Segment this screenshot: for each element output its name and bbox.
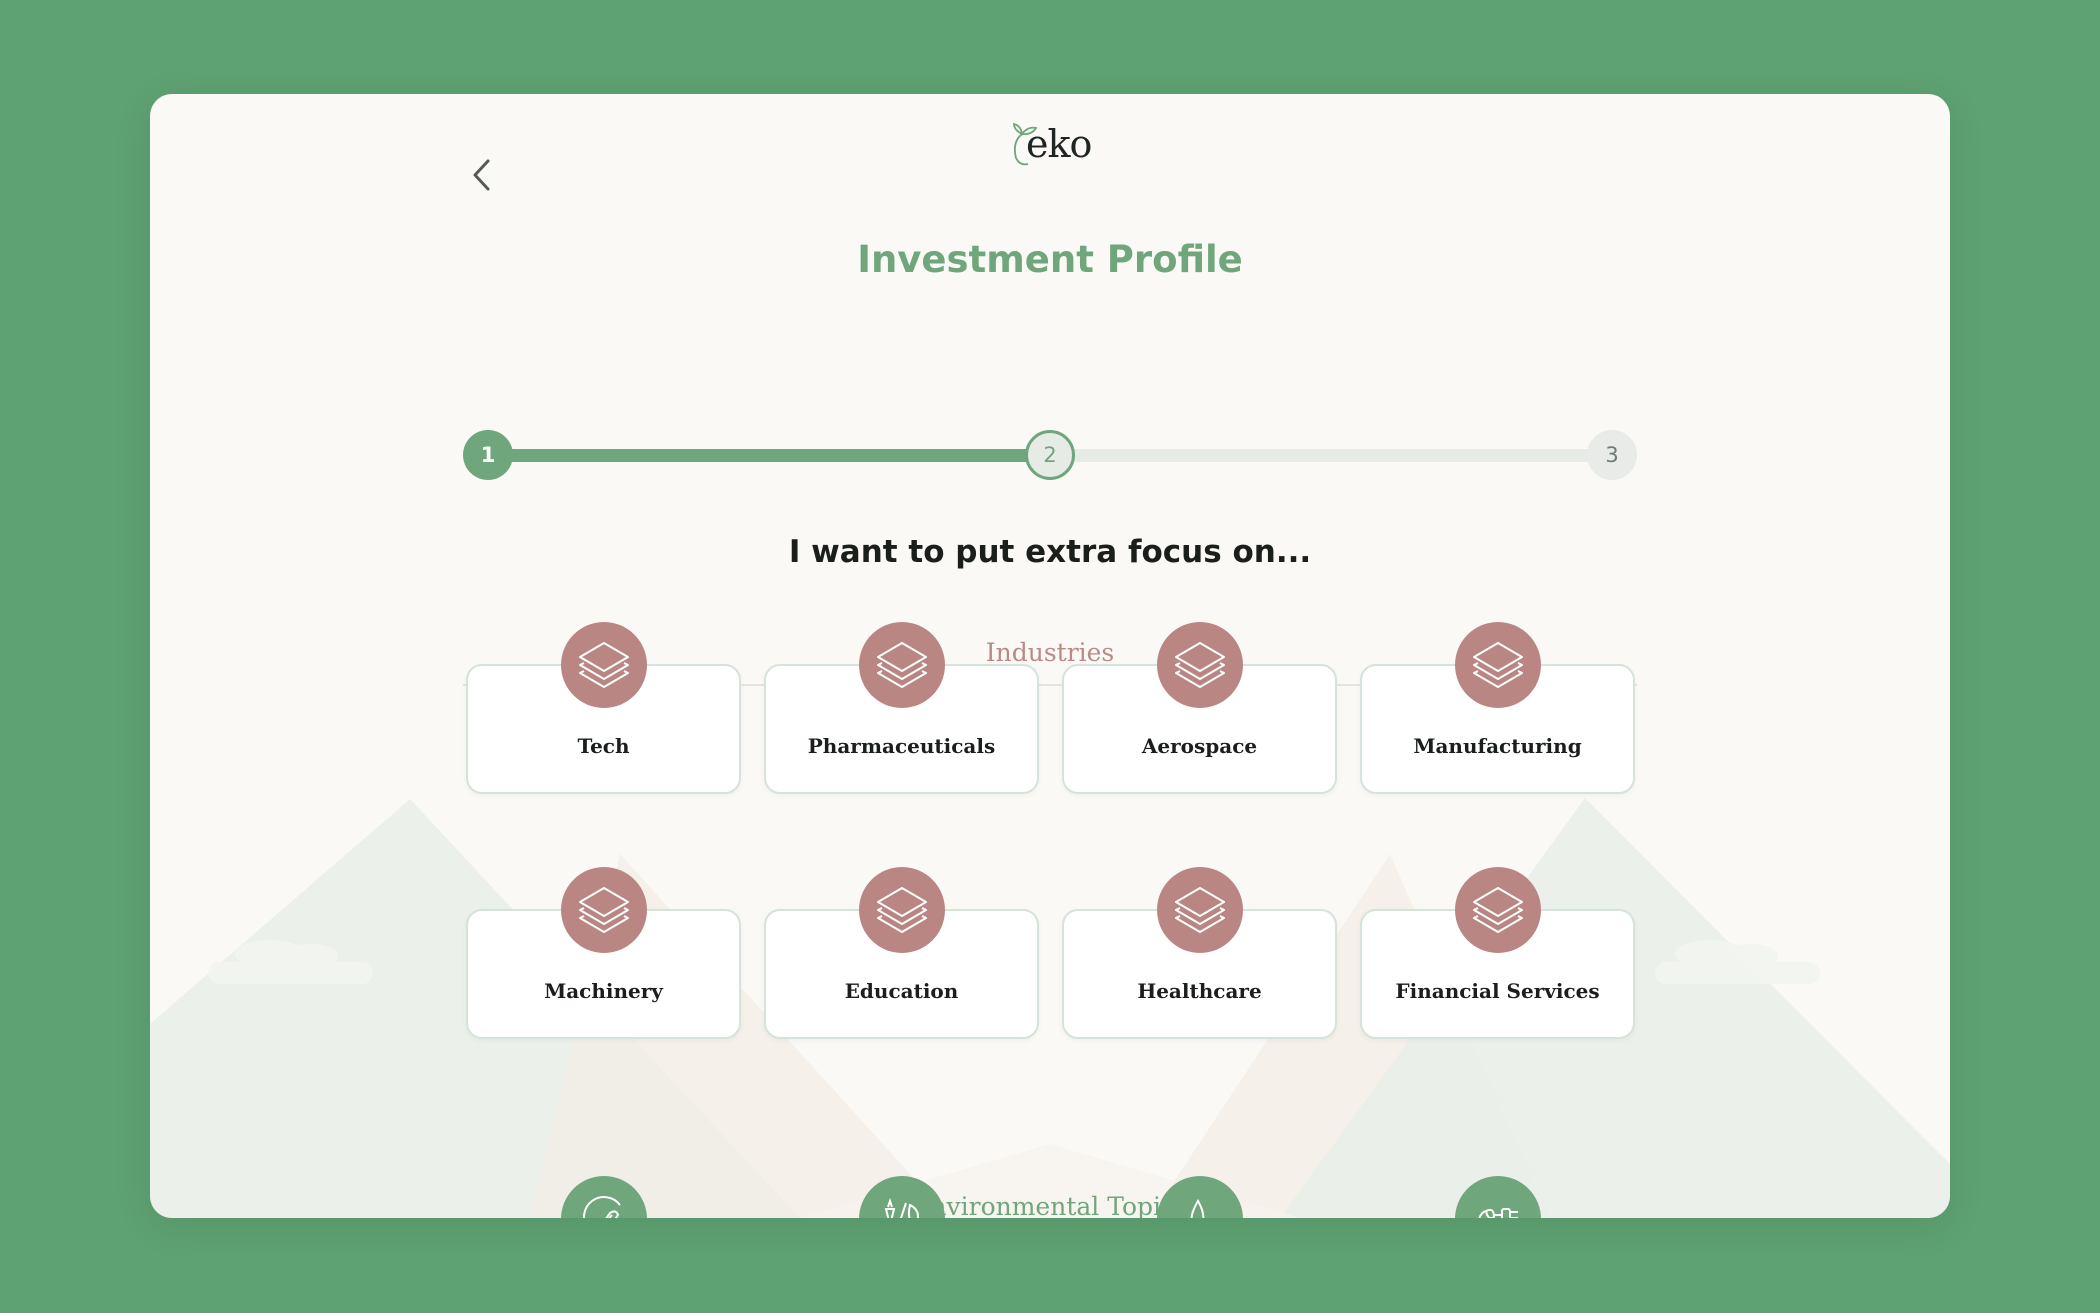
industry-card-label: Financial Services: [1395, 979, 1600, 1003]
environmental-topic-badge[interactable]: [1156, 1176, 1243, 1218]
industry-card-label: Education: [844, 979, 959, 1003]
industry-icon-badge: [858, 867, 945, 953]
environmental-topic-badge[interactable]: [560, 1176, 647, 1218]
industry-icon-badge: [1454, 622, 1541, 708]
industry-icon-badge: [1156, 867, 1243, 953]
food-agriculture-icon: [884, 1197, 919, 1218]
recycle-leaf-icon: [582, 1196, 621, 1218]
industry-icon-badge: [858, 622, 945, 708]
layers-icon: [1174, 887, 1225, 933]
step-2[interactable]: 2: [1025, 430, 1075, 480]
industry-card-label: Machinery: [544, 979, 663, 1003]
industry-icon-badge: [1156, 622, 1243, 708]
back-button[interactable]: [460, 144, 504, 206]
cloud-left: [208, 940, 373, 984]
industry-card-label: Pharmaceuticals: [807, 734, 996, 758]
chevron-left-icon: [473, 159, 490, 191]
layers-icon: [876, 642, 927, 688]
industry-icon-badge: [560, 867, 647, 953]
step-3[interactable]: 3: [1587, 430, 1637, 480]
cloud-right: [1655, 940, 1820, 984]
water-drop-icon: [1190, 1198, 1204, 1218]
industry-card-label: Healthcare: [1137, 979, 1262, 1003]
industry-icon-badge: [1454, 867, 1541, 953]
layers-icon: [1472, 887, 1523, 933]
layers-icon: [1174, 642, 1225, 688]
industry-icon-badge: [560, 622, 647, 708]
page-title: Investment Profile: [857, 238, 1243, 281]
layers-icon: [876, 887, 927, 933]
environmental-topic-badge[interactable]: [1454, 1176, 1541, 1218]
logo-text: eko: [1026, 122, 1092, 166]
stepper-progress-fill: [483, 449, 1050, 462]
green-energy-plug-icon: [1477, 1208, 1518, 1218]
industry-card-label: Manufacturing: [1413, 734, 1582, 758]
layers-icon: [578, 887, 629, 933]
step-1[interactable]: 1: [463, 430, 513, 480]
industry-card-label: Aerospace: [1141, 734, 1258, 758]
layers-icon: [1472, 642, 1523, 688]
environmental-topic-badge[interactable]: [858, 1176, 945, 1218]
question-heading: I want to put extra focus on...: [788, 534, 1312, 570]
layers-icon: [578, 642, 629, 688]
industry-card-label: Tech: [577, 734, 630, 758]
app-window: eko Investment Profile 1 2 3 I want to p…: [150, 94, 1950, 1218]
progress-stepper: 1 2 3: [463, 429, 1637, 481]
eko-logo: eko: [1008, 122, 1098, 172]
